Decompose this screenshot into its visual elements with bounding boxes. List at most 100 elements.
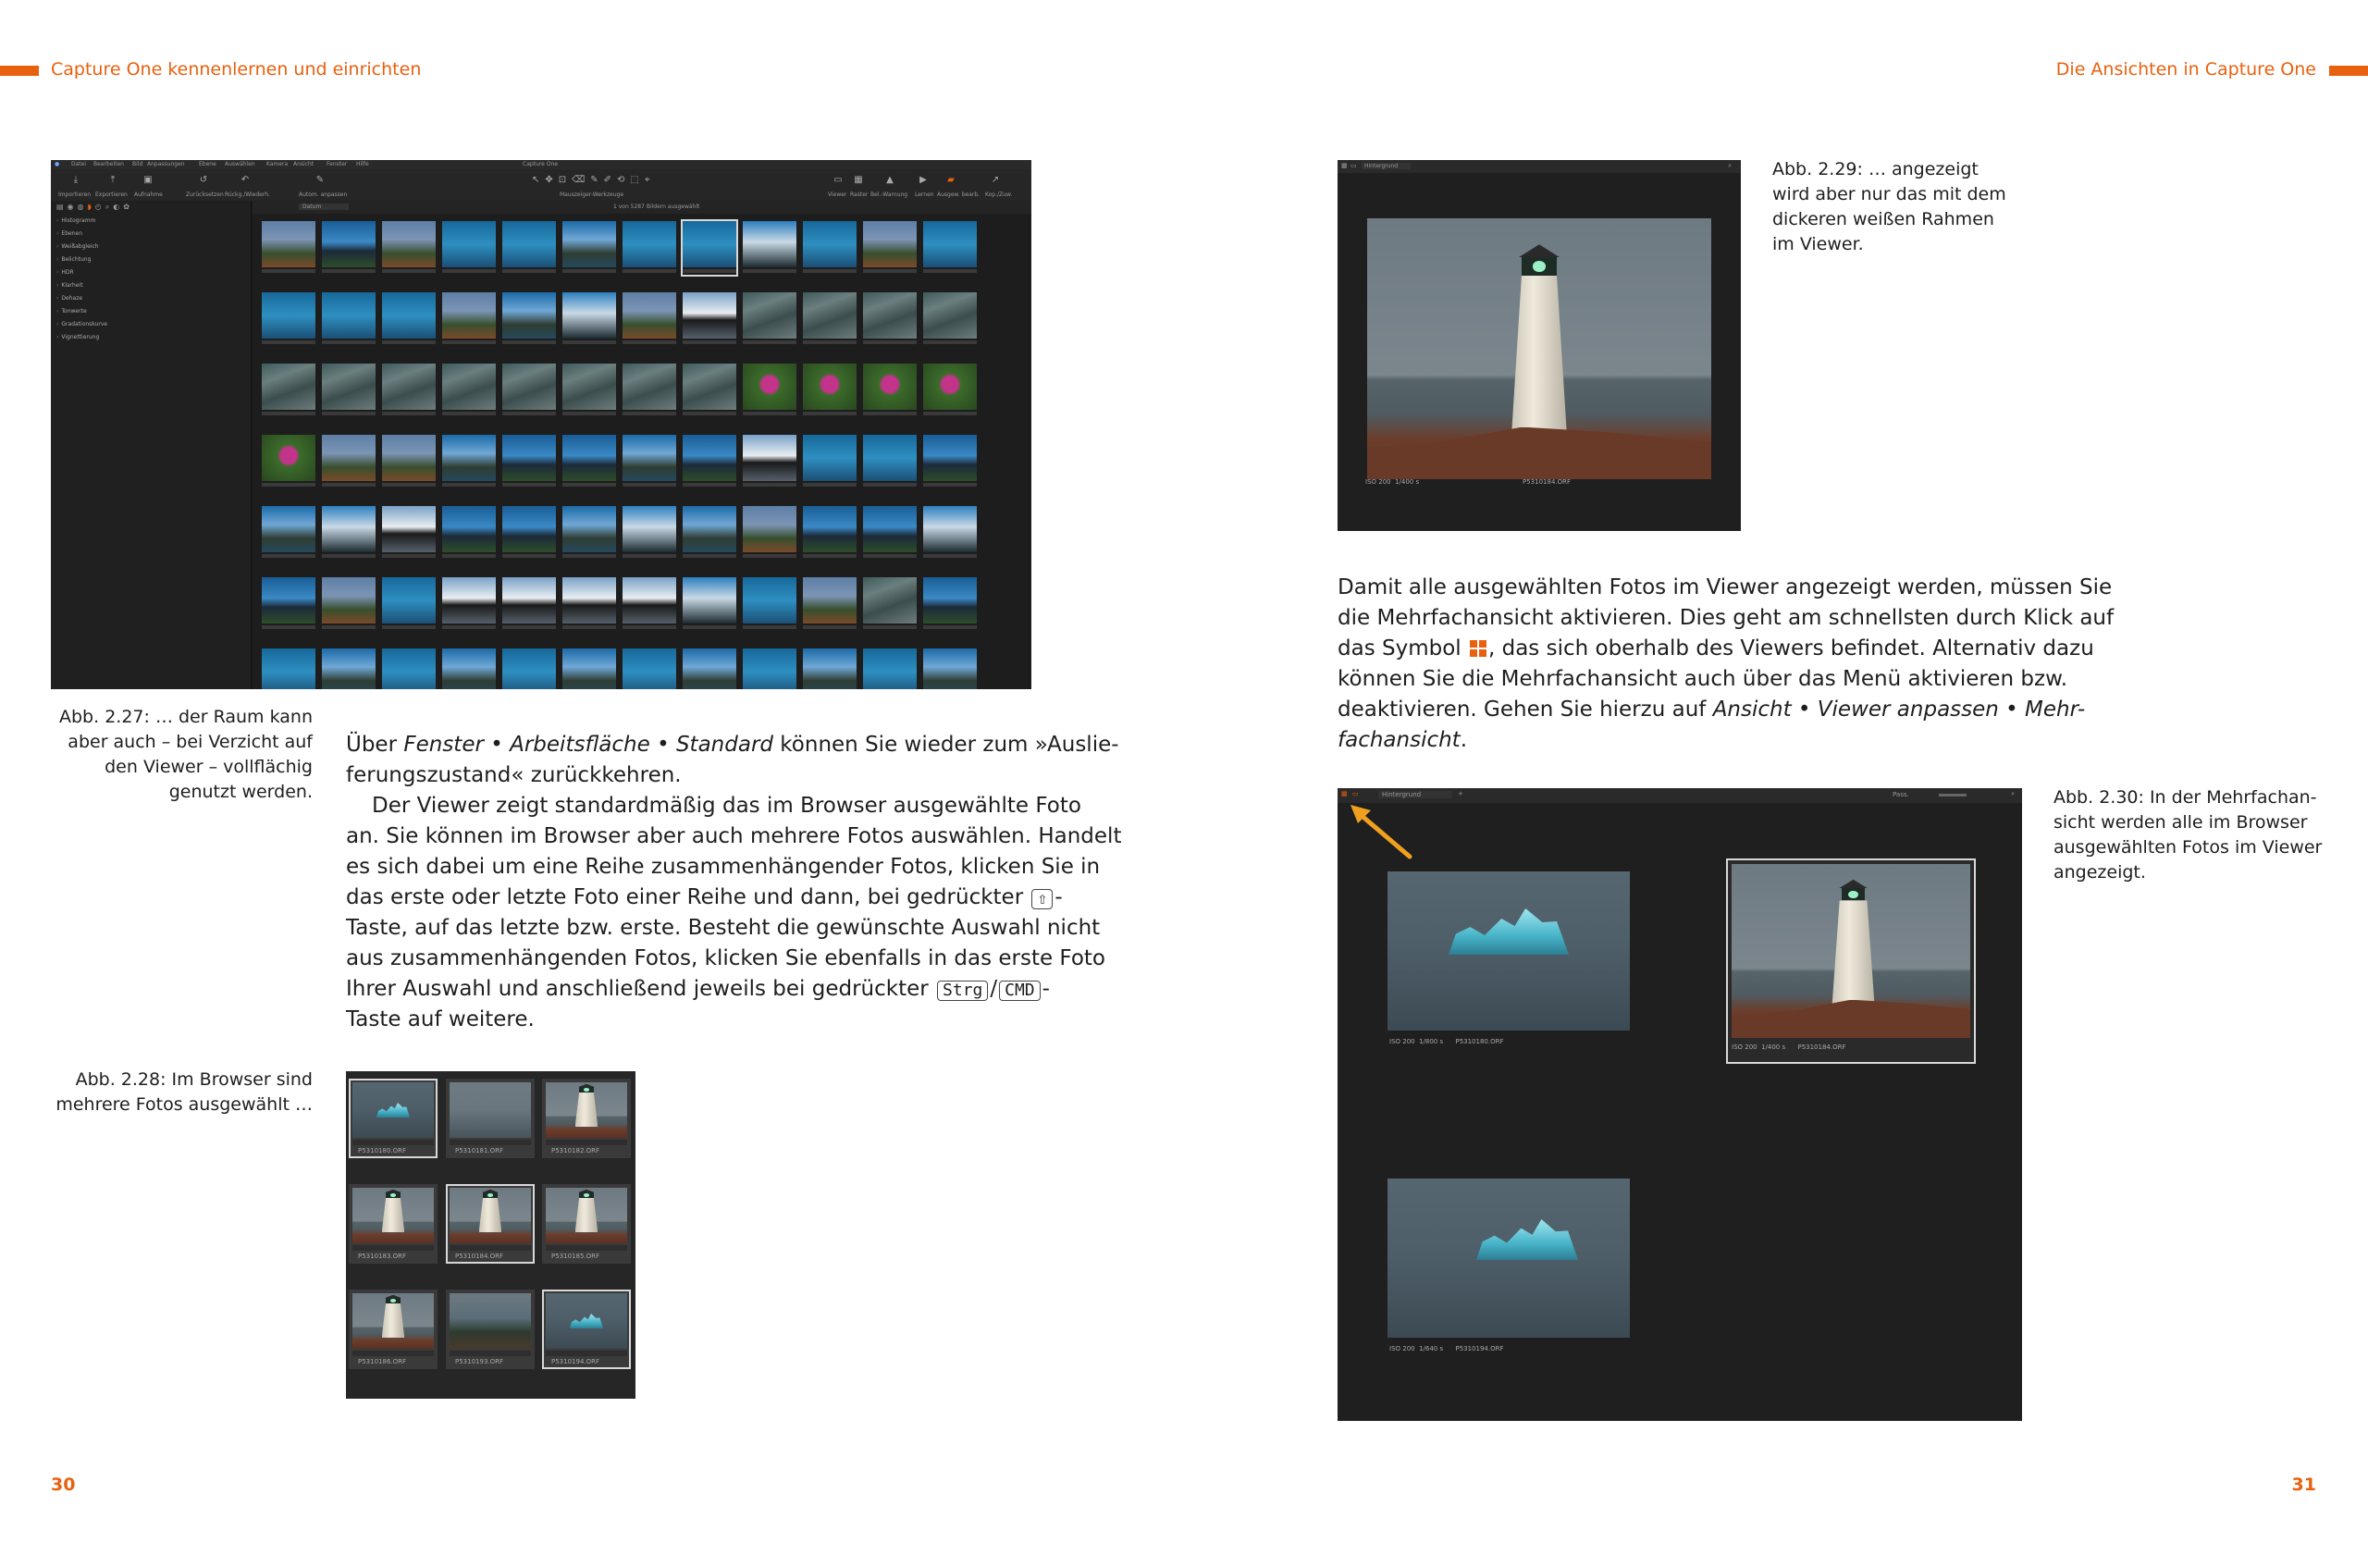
export-icon[interactable]: ⤒ (108, 175, 117, 186)
browser-thumbnail[interactable] (442, 292, 496, 346)
browser-thumb[interactable]: P5310183.ORF (349, 1184, 438, 1264)
browser-thumbnail[interactable] (683, 292, 736, 346)
browser-thumbnail[interactable] (502, 292, 556, 346)
browser-thumbnail[interactable] (743, 435, 796, 488)
browser-thumbnail[interactable] (623, 221, 676, 275)
multi-view-icon[interactable]: ▦ (1341, 790, 1348, 797)
browser-thumbnail[interactable] (562, 577, 616, 631)
browser-thumbnail[interactable] (923, 292, 977, 346)
browser-thumbnail[interactable] (683, 364, 736, 417)
browser-thumbnail[interactable] (442, 577, 496, 631)
browser-thumbnail[interactable] (863, 577, 917, 631)
browser-thumb[interactable]: P5310194.ORF (542, 1290, 631, 1369)
browser-thumbnail[interactable] (262, 221, 315, 275)
search-icon[interactable]: ⌕ (2011, 790, 2015, 798)
browser-thumbnail[interactable] (923, 221, 977, 275)
browser-thumbnail[interactable] (322, 577, 376, 631)
browser-thumbnail[interactable] (683, 435, 736, 488)
zoom-slider[interactable] (1939, 794, 1967, 796)
browser-thumbnail[interactable] (743, 577, 796, 631)
viewer-image-lighthouse[interactable] (1367, 218, 1711, 479)
browser-thumbnail[interactable] (502, 648, 556, 689)
add-icon[interactable]: + (1458, 790, 1463, 797)
browser-thumbnail[interactable] (442, 648, 496, 689)
viewer-icon[interactable]: ▭ (833, 175, 843, 186)
browser-thumbnail[interactable] (803, 364, 857, 417)
background-dropdown[interactable]: Hintergrund (1362, 163, 1412, 169)
browser-thumb[interactable]: P5310182.ORF (542, 1079, 631, 1158)
import-icon[interactable]: ⤓ (71, 175, 80, 186)
learn-icon[interactable]: ▶ (919, 175, 928, 186)
browser-thumbnail[interactable] (923, 364, 977, 417)
panel-row[interactable]: Dehaze (56, 295, 82, 302)
browser-thumbnail[interactable] (442, 435, 496, 488)
browser-thumb[interactable]: P5310186.ORF (349, 1290, 438, 1369)
capture-icon[interactable]: ▣ (143, 175, 153, 186)
browser-thumbnail[interactable] (322, 435, 376, 488)
browser-thumbnail[interactable] (923, 506, 977, 560)
browser-thumbnail[interactable] (382, 506, 436, 560)
panel-row[interactable]: Weißabgleich (56, 243, 98, 250)
browser-thumbnail[interactable] (623, 292, 676, 346)
browser-thumbnail[interactable] (502, 435, 556, 488)
browser-thumbnail[interactable] (562, 292, 616, 346)
menu-item[interactable]: Ebene (199, 161, 216, 167)
browser-thumbnail[interactable] (382, 292, 436, 346)
browser-thumbnail[interactable] (442, 506, 496, 560)
browser-thumbnail[interactable] (382, 435, 436, 488)
browser-thumbnail[interactable] (262, 292, 315, 346)
browser-thumbnail[interactable] (863, 506, 917, 560)
panel-row[interactable]: HDR (56, 269, 73, 276)
browser-thumb[interactable]: P5310180.ORF (349, 1079, 438, 1158)
browser-thumbnail[interactable] (562, 435, 616, 488)
panel-row[interactable]: Tonwerte (56, 308, 86, 315)
browser-thumbnail[interactable] (322, 648, 376, 689)
browser-thumbnail[interactable] (743, 648, 796, 689)
viewer-image-iceberg-1[interactable] (1388, 871, 1630, 1031)
single-view-icon[interactable]: ▭ (1350, 162, 1357, 169)
browser-thumbnail[interactable] (863, 648, 917, 689)
browser-thumbnail[interactable] (562, 364, 616, 417)
browser-thumbnail[interactable] (863, 292, 917, 346)
browser-thumbnail[interactable] (623, 577, 676, 631)
exposure-warning-icon[interactable]: ▲ (885, 175, 894, 186)
browser-thumbnail[interactable] (262, 364, 315, 417)
panel-row[interactable]: Ebenen (56, 230, 82, 237)
browser-thumbnail[interactable] (743, 506, 796, 560)
menu-item[interactable]: Hilfe (356, 161, 369, 167)
background-dropdown[interactable]: Hintergrund (1378, 791, 1453, 798)
auto-adjust-icon[interactable]: ✎ (315, 175, 325, 186)
browser-thumbnail[interactable] (502, 221, 556, 275)
browser-thumbnail[interactable] (322, 221, 376, 275)
menu-item[interactable]: Bearbeiten (93, 161, 124, 167)
browser-thumbnail[interactable] (803, 292, 857, 346)
browser-thumbnail[interactable] (623, 435, 676, 488)
browser-thumbnail[interactable] (803, 435, 857, 488)
browser-thumb[interactable]: P5310181.ORF (446, 1079, 535, 1158)
menu-item[interactable]: Anpassungen (147, 161, 185, 167)
browser-thumbnail[interactable] (322, 364, 376, 417)
browser-thumbnail[interactable] (743, 364, 796, 417)
browser-thumbnail[interactable] (683, 577, 736, 631)
browser-thumbnail[interactable] (863, 435, 917, 488)
browser-thumbnail[interactable] (382, 364, 436, 417)
browser-thumbnail[interactable] (623, 648, 676, 689)
browser-thumbnail[interactable] (683, 648, 736, 689)
browser-thumbnail[interactable] (683, 506, 736, 560)
browser-thumbnail[interactable] (442, 221, 496, 275)
viewer-image-iceberg-2[interactable] (1388, 1179, 1630, 1338)
browser-thumbnail[interactable] (923, 648, 977, 689)
menu-item[interactable]: Kamera (266, 161, 288, 167)
browser-thumbnail[interactable] (562, 506, 616, 560)
grid-icon[interactable]: ▦ (854, 175, 863, 186)
sort-dropdown[interactable]: Datum (299, 204, 350, 210)
browser-thumbnail[interactable] (863, 364, 917, 417)
browser-thumbnail[interactable] (863, 221, 917, 275)
edit-selected-icon[interactable]: ▰ (946, 175, 956, 186)
browser-thumbnail[interactable] (262, 506, 315, 560)
panel-row[interactable]: Klarheit (56, 282, 82, 289)
browser-thumbnail[interactable] (743, 221, 796, 275)
single-view-icon[interactable]: ▭ (1352, 790, 1359, 797)
browser-thumbnail[interactable] (803, 648, 857, 689)
panel-row[interactable]: Histogramm (56, 217, 95, 224)
